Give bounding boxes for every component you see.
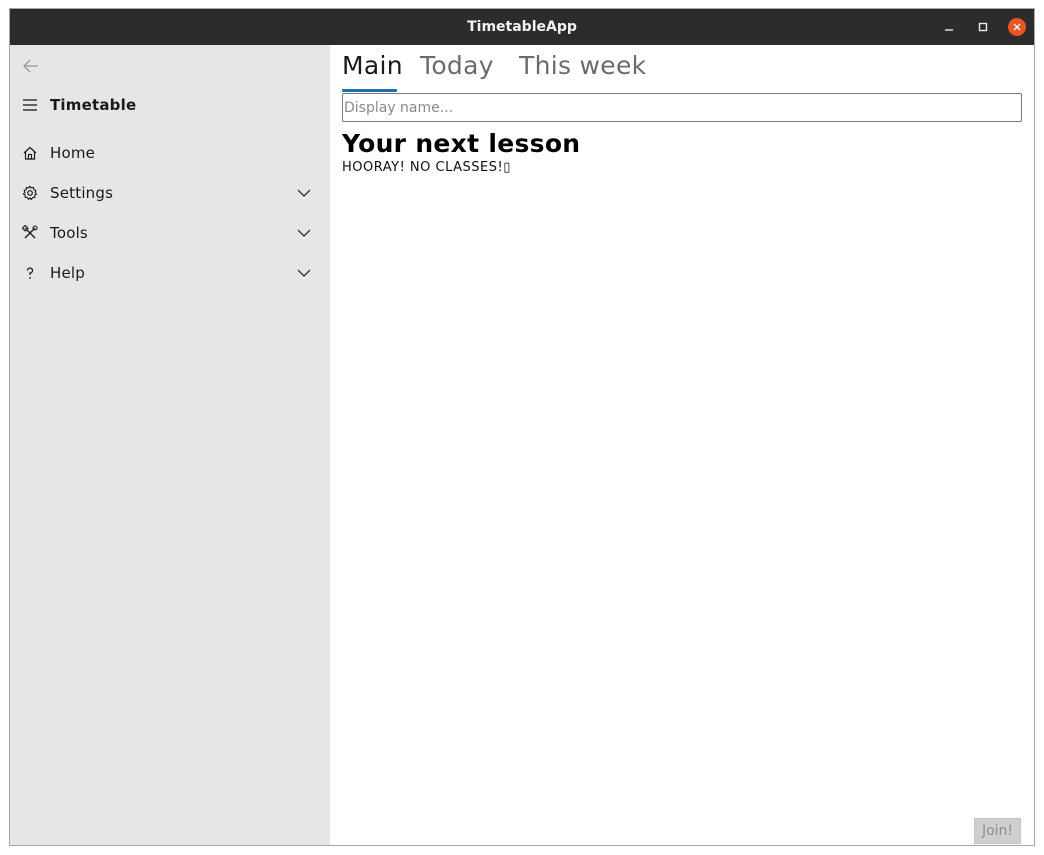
sidebar-item-label: Tools [50,224,88,242]
tools-icon [22,225,38,239]
sidebar-title: Timetable [50,96,137,114]
chevron-down-icon[interactable] [297,227,311,239]
chevron-down-icon[interactable] [297,187,311,199]
gear-icon [22,185,38,201]
tab-today[interactable]: Today [420,51,494,80]
active-tab-indicator [342,89,397,92]
next-lesson-message: HOORAY! NO CLASSES!▯ [342,160,511,175]
display-name-input[interactable] [342,93,1022,122]
sidebar: Timetable Home Settings Tools Help [10,45,330,845]
hamburger-menu-icon [23,99,37,111]
close-icon [1008,18,1026,36]
join-button[interactable]: Join! [974,818,1021,844]
sidebar-item-settings[interactable]: Settings [10,175,330,211]
sidebar-item-label: Settings [50,184,114,202]
sidebar-item-tools[interactable]: Tools [10,215,330,251]
main-content: Main Today This week Your next lesson HO… [330,45,1034,845]
sidebar-item-home[interactable]: Home [10,135,330,171]
minimize-button[interactable] [939,17,959,37]
tab-this-week[interactable]: This week [519,51,646,80]
window-title: TimetableApp [467,19,577,35]
home-icon [23,146,37,160]
back-arrow-icon[interactable] [22,57,40,75]
app-window: TimetableApp Timetable Home Settings Too… [9,8,1035,846]
maximize-icon [978,22,988,32]
sidebar-item-help[interactable]: Help [10,255,330,291]
sidebar-item-label: Home [50,144,96,162]
sidebar-menu-toggle[interactable]: Timetable [10,87,330,123]
chevron-down-icon[interactable] [297,267,311,279]
minimize-icon [945,29,953,31]
sidebar-item-label: Help [50,264,85,282]
close-button[interactable] [1007,17,1027,37]
title-bar[interactable]: TimetableApp [10,9,1034,45]
tab-main[interactable]: Main [342,51,403,80]
maximize-button[interactable] [973,17,993,37]
help-icon [26,267,34,279]
next-lesson-heading: Your next lesson [342,129,581,158]
